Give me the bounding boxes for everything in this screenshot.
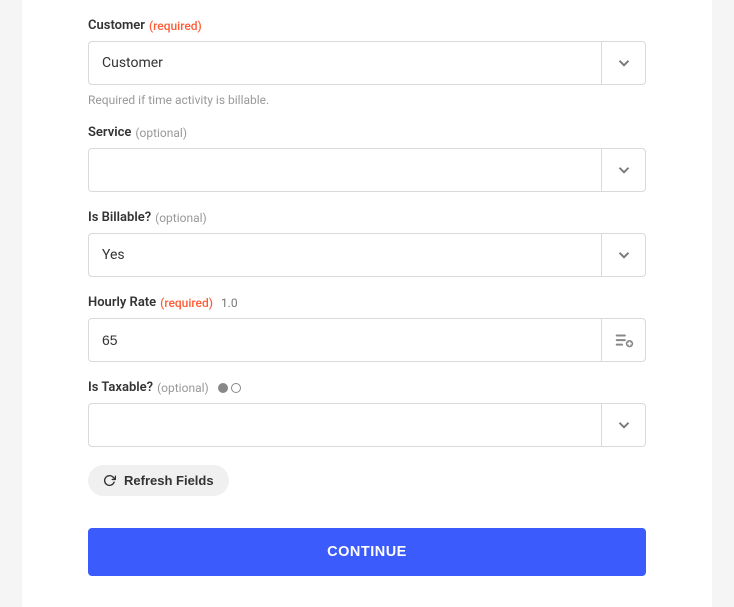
hourly-rate-label-row: Hourly Rate (required) 1.0 bbox=[88, 295, 646, 310]
is-billable-field-group: Is Billable? (optional) Yes bbox=[88, 210, 646, 277]
service-dropdown-toggle[interactable] bbox=[601, 149, 645, 191]
is-taxable-optional-tag: (optional) bbox=[157, 381, 209, 395]
is-taxable-selected-value bbox=[89, 404, 601, 446]
refresh-fields-label: Refresh Fields bbox=[124, 473, 214, 488]
chevron-down-icon bbox=[615, 416, 633, 434]
chevron-down-icon bbox=[615, 161, 633, 179]
service-label-row: Service (optional) bbox=[88, 125, 646, 140]
service-select[interactable] bbox=[88, 148, 646, 192]
hourly-rate-hint: 1.0 bbox=[221, 296, 238, 310]
form-card: Customer (required) Customer Required if… bbox=[22, 0, 712, 607]
hourly-rate-input-wrapper bbox=[88, 318, 646, 362]
hourly-rate-addon-button[interactable] bbox=[601, 319, 645, 361]
is-billable-label-row: Is Billable? (optional) bbox=[88, 210, 646, 225]
is-taxable-field-group: Is Taxable? (optional) bbox=[88, 380, 646, 447]
customer-required-tag: (required) bbox=[149, 19, 202, 33]
customer-label: Customer bbox=[88, 18, 145, 33]
service-optional-tag: (optional) bbox=[135, 126, 187, 140]
is-billable-optional-tag: (optional) bbox=[155, 211, 207, 225]
dot-outline-icon bbox=[231, 383, 241, 393]
is-taxable-dropdown-toggle[interactable] bbox=[601, 404, 645, 446]
refresh-icon bbox=[103, 474, 116, 487]
is-taxable-select[interactable] bbox=[88, 403, 646, 447]
service-label: Service bbox=[88, 125, 131, 140]
boolean-type-icon bbox=[218, 383, 241, 393]
refresh-fields-button[interactable]: Refresh Fields bbox=[88, 465, 229, 496]
customer-select[interactable]: Customer bbox=[88, 41, 646, 85]
is-billable-label: Is Billable? bbox=[88, 210, 151, 225]
customer-selected-value: Customer bbox=[89, 42, 601, 84]
service-selected-value bbox=[89, 149, 601, 191]
customer-help-text: Required if time activity is billable. bbox=[88, 93, 646, 107]
customer-field-group: Customer (required) Customer Required if… bbox=[88, 18, 646, 107]
list-add-icon bbox=[613, 329, 635, 351]
chevron-down-icon bbox=[615, 54, 633, 72]
dot-solid-icon bbox=[218, 383, 228, 393]
hourly-rate-required-tag: (required) bbox=[160, 296, 213, 310]
is-billable-select[interactable]: Yes bbox=[88, 233, 646, 277]
chevron-down-icon bbox=[615, 246, 633, 264]
is-taxable-label-row: Is Taxable? (optional) bbox=[88, 380, 646, 395]
hourly-rate-label: Hourly Rate bbox=[88, 295, 156, 310]
service-field-group: Service (optional) bbox=[88, 125, 646, 192]
hourly-rate-field-group: Hourly Rate (required) 1.0 bbox=[88, 295, 646, 362]
continue-button[interactable]: CONTINUE bbox=[88, 528, 646, 576]
is-billable-selected-value: Yes bbox=[89, 234, 601, 276]
customer-dropdown-toggle[interactable] bbox=[601, 42, 645, 84]
customer-label-row: Customer (required) bbox=[88, 18, 646, 33]
hourly-rate-input[interactable] bbox=[89, 319, 601, 361]
is-billable-dropdown-toggle[interactable] bbox=[601, 234, 645, 276]
is-taxable-label: Is Taxable? bbox=[88, 380, 153, 395]
